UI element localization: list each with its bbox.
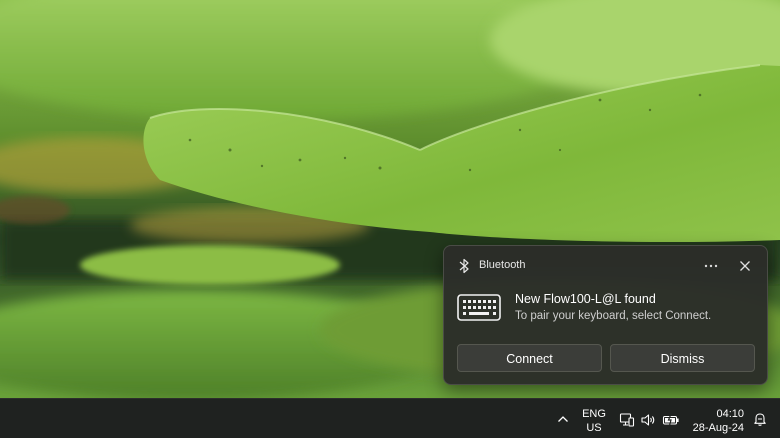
more-options-button[interactable] [698,255,724,277]
bluetooth-notification-toast[interactable]: Bluetooth New Flow100-L@L found To pair … [443,245,768,385]
taskbar: ENG US 04:10 28-Aug-24 [0,398,780,438]
network-icon[interactable] [619,412,635,428]
clock-time: 04:10 [716,408,744,420]
connect-button[interactable]: Connect [457,344,602,372]
notification-bell-icon[interactable] [752,411,768,427]
toast-header: Bluetooth [444,246,767,286]
toast-app-name: Bluetooth [479,259,526,271]
more-dots-icon [704,264,718,268]
clock-date: 28-Aug-24 [692,422,744,434]
system-clock[interactable]: 04:10 28-Aug-24 [688,407,744,435]
close-icon[interactable] [735,256,755,276]
dismiss-button[interactable]: Dismiss [610,344,755,372]
volume-icon[interactable] [640,412,656,428]
notification-message: To pair your keyboard, select Connect. [515,310,712,322]
keyboard-icon [457,294,501,321]
keyboard-layout-code: US [586,422,602,434]
bluetooth-icon [459,258,469,274]
chevron-up-icon[interactable] [555,411,571,427]
language-code: ENG [582,408,606,420]
notification-title: New Flow100-L@L found [515,292,656,306]
language-indicator[interactable]: ENG US [578,407,610,435]
battery-icon[interactable] [662,412,680,428]
